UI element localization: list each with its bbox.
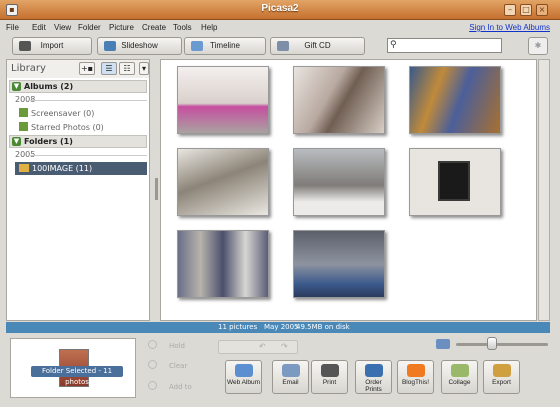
window-title: Picasa2 — [261, 3, 299, 14]
close-icon[interactable]: × — [536, 4, 548, 16]
cd-icon — [277, 41, 289, 51]
collage-label: Collage — [448, 379, 471, 386]
rotate-left-icon[interactable]: ↶ — [259, 342, 266, 351]
web-album-button[interactable]: Web Album — [225, 360, 262, 394]
collage-button[interactable]: Collage — [441, 360, 478, 394]
add-album-icon[interactable]: +▪ — [79, 62, 95, 75]
export-label: Export — [492, 379, 511, 386]
tree-view-icon[interactable]: ☷ — [119, 62, 135, 75]
activity-indicator-icon: ✱ — [528, 37, 548, 55]
photo-tray: Folder Selected - 11 photos — [10, 338, 136, 398]
zoom-slider[interactable] — [456, 343, 548, 346]
thumbnail-hanging-shirts[interactable] — [177, 230, 269, 298]
print-label: Print — [322, 379, 337, 386]
menu-tools[interactable]: Tools — [173, 23, 192, 32]
library-panel: Library +▪ ☰ ☷ ▾ ▼ Albums (2) 2008 Screen… — [6, 59, 150, 321]
disk-size: 49.5MB on disk — [296, 323, 350, 331]
rotate-right-icon[interactable]: ↷ — [281, 342, 288, 351]
add-to-icon — [148, 381, 157, 390]
search-input[interactable]: ⚲ — [387, 38, 502, 53]
order-prints-icon — [364, 364, 383, 377]
thumbnail-winter-trees[interactable] — [293, 148, 385, 216]
sign-in-link[interactable]: Sign In to Web Albums — [469, 23, 550, 32]
albums-group[interactable]: ▼ Albums (2) — [9, 80, 147, 93]
slideshow-button[interactable]: Slideshow — [97, 37, 182, 55]
picture-frame — [438, 161, 470, 201]
blogthis-button[interactable]: BlogThis! — [397, 360, 434, 394]
menu-help[interactable]: Help — [201, 23, 217, 32]
tray-label: Folder Selected - 11 photos — [31, 366, 123, 386]
email-label: Email — [282, 379, 299, 386]
export-button[interactable]: Export — [483, 360, 520, 394]
thumbnail-electronics-shelf[interactable] — [293, 230, 385, 298]
order-prints-button[interactable]: Order Prints — [355, 360, 392, 394]
blogthis-icon — [406, 364, 425, 377]
menu-folder[interactable]: Folder — [78, 23, 101, 32]
thumbnail-framed-art[interactable] — [409, 148, 501, 216]
collapse-icon: ▼ — [12, 82, 21, 91]
chevron-down-icon[interactable]: ▾ — [139, 62, 149, 75]
hold-icon — [148, 340, 157, 349]
zoom-icon — [436, 339, 450, 349]
album-screensaver[interactable]: Screensaver (0) — [19, 108, 94, 118]
divider — [29, 155, 147, 156]
order-prints-label: Order Prints — [365, 379, 382, 393]
folder-100image[interactable]: 100IMAGE (11) — [15, 162, 147, 175]
timeline-button[interactable]: Timeline — [184, 37, 266, 55]
list-view-icon[interactable]: ☰ — [101, 62, 117, 75]
menu-view[interactable]: View — [54, 23, 71, 32]
camera-icon — [19, 41, 31, 51]
menu-bar: File Edit View Folder Picture Create Too… — [0, 20, 560, 35]
divider — [29, 100, 147, 101]
hold-button[interactable]: Hold — [144, 338, 206, 354]
folders-group[interactable]: ▼ Folders (1) — [9, 135, 147, 148]
picture-count: 11 pictures — [218, 323, 258, 331]
splitter-grip[interactable] — [155, 178, 158, 200]
album-icon — [19, 108, 28, 117]
search-icon: ⚲ — [390, 40, 397, 50]
slideshow-icon — [104, 41, 116, 51]
maximize-icon[interactable]: □ — [520, 4, 532, 16]
thumbnail-motherboard[interactable] — [409, 66, 501, 134]
menu-picture[interactable]: Picture — [109, 23, 134, 32]
import-button[interactable]: Import — [12, 37, 92, 55]
album-icon — [19, 122, 28, 131]
folder-icon — [19, 164, 29, 172]
add-to-button[interactable]: Add to — [144, 379, 206, 395]
rotate-tools: ↶ ↷ — [218, 340, 298, 354]
web-album-label: Web Album — [226, 379, 261, 386]
menu-create[interactable]: Create — [142, 23, 166, 32]
photo-tray-area: Folder Selected - 11 photos Hold Clear A… — [6, 334, 550, 407]
toolbar: Import Slideshow Timeline Gift CD ⚲ ✱ — [0, 35, 560, 59]
zoom-slider-knob[interactable] — [487, 337, 498, 350]
gift-cd-button[interactable]: Gift CD — [270, 37, 365, 55]
timeline-icon — [191, 41, 203, 51]
thumbnail-computer-parts[interactable] — [293, 66, 385, 134]
picasa-window: ▪ Picasa2 – □ × File Edit View Folder Pi… — [0, 0, 560, 407]
email-icon — [281, 364, 300, 377]
menu-edit[interactable]: Edit — [32, 23, 46, 32]
folder-date: May 2005 — [264, 323, 299, 331]
status-bar: 11 pictures May 2005 49.5MB on disk — [6, 322, 550, 333]
library-title: Library — [11, 63, 46, 74]
export-icon — [492, 364, 511, 377]
album-starred-photos[interactable]: Starred Photos (0) — [19, 122, 104, 132]
minimize-icon[interactable]: – — [504, 4, 516, 16]
email-button[interactable]: Email — [272, 360, 309, 394]
print-icon — [320, 364, 339, 377]
clear-icon — [148, 360, 157, 369]
menu-file[interactable]: File — [6, 23, 19, 32]
title-bar: ▪ Picasa2 – □ × — [0, 0, 560, 20]
blogthis-label: BlogThis! — [401, 379, 430, 386]
collage-icon — [450, 364, 469, 377]
collapse-icon: ▼ — [12, 137, 21, 146]
web-album-icon — [234, 364, 253, 377]
thumbnail-dry-grass-vase[interactable] — [177, 66, 269, 134]
vertical-scrollbar[interactable] — [538, 59, 550, 321]
library-header: Library +▪ ☰ ☷ ▾ — [7, 60, 149, 78]
clear-button[interactable]: Clear — [144, 358, 206, 374]
print-button[interactable]: Print — [311, 360, 348, 394]
thumbnail-snowy-chair[interactable] — [177, 148, 269, 216]
thumbnail-grid — [160, 59, 537, 321]
